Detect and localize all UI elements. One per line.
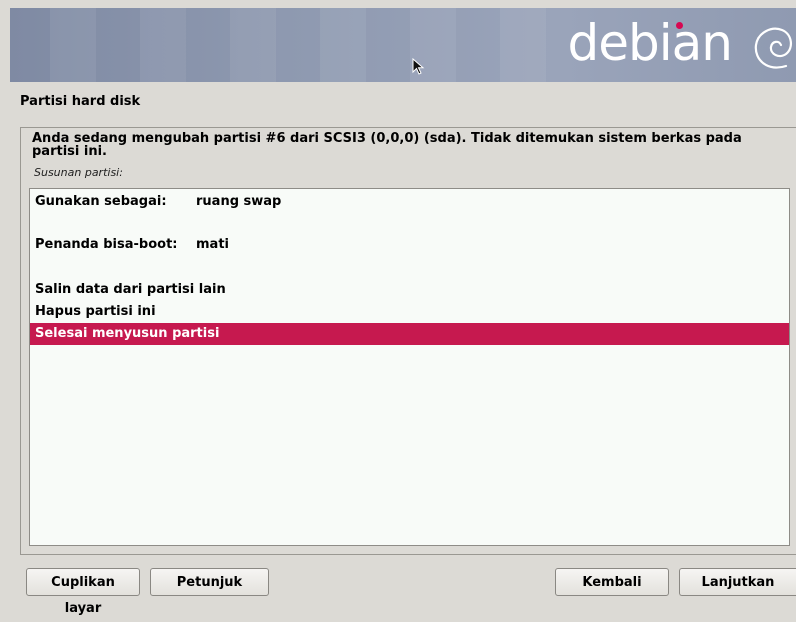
list-item-label: Hapus partisi ini — [35, 304, 156, 319]
partition-settings-list[interactable]: Gunakan sebagai: ruang swap Penanda bisa… — [29, 188, 790, 546]
banner-stripe — [140, 8, 186, 82]
list-item-value: mati — [196, 237, 229, 252]
list-caption: Susunan partisi: — [34, 166, 123, 179]
list-item-label: Selesai menyusun partisi — [35, 326, 220, 341]
banner-stripe — [230, 8, 276, 82]
back-button[interactable]: Kembali — [555, 568, 669, 596]
list-item-label: Salin data dari partisi lain — [35, 282, 226, 297]
mouse-pointer-icon — [412, 58, 425, 75]
list-item-label: Penanda bisa-boot: — [35, 237, 178, 252]
list-item-delete-partition[interactable]: Hapus partisi ini — [30, 301, 789, 323]
list-item-label: Gunakan sebagai: — [35, 194, 167, 209]
list-item-bootable-flag[interactable]: Penanda bisa-boot: mati — [30, 234, 789, 256]
debian-logo-dot — [676, 22, 683, 29]
debian-logo-text: debian — [567, 14, 733, 72]
continue-button[interactable]: Lanjutkan — [679, 568, 796, 596]
list-item-value: ruang swap — [196, 194, 282, 209]
debian-swirl-icon — [754, 27, 792, 69]
list-item-copy-data[interactable]: Salin data dari partisi lain — [30, 279, 789, 301]
list-item-done-setting-up[interactable]: Selesai menyusun partisi — [30, 323, 789, 345]
help-button[interactable]: Petunjuk — [150, 568, 269, 596]
list-item-use-as[interactable]: Gunakan sebagai: ruang swap — [30, 191, 789, 213]
page-title: Partisi hard disk — [20, 94, 141, 109]
banner-stripe — [50, 8, 96, 82]
debian-banner: debian — [10, 8, 796, 82]
screenshot-button[interactable]: Cuplikan layar — [26, 568, 140, 616]
question-text: Anda sedang mengubah partisi #6 dari SCS… — [32, 131, 742, 159]
banner-stripe — [320, 8, 366, 82]
banner-stripe — [500, 8, 546, 82]
